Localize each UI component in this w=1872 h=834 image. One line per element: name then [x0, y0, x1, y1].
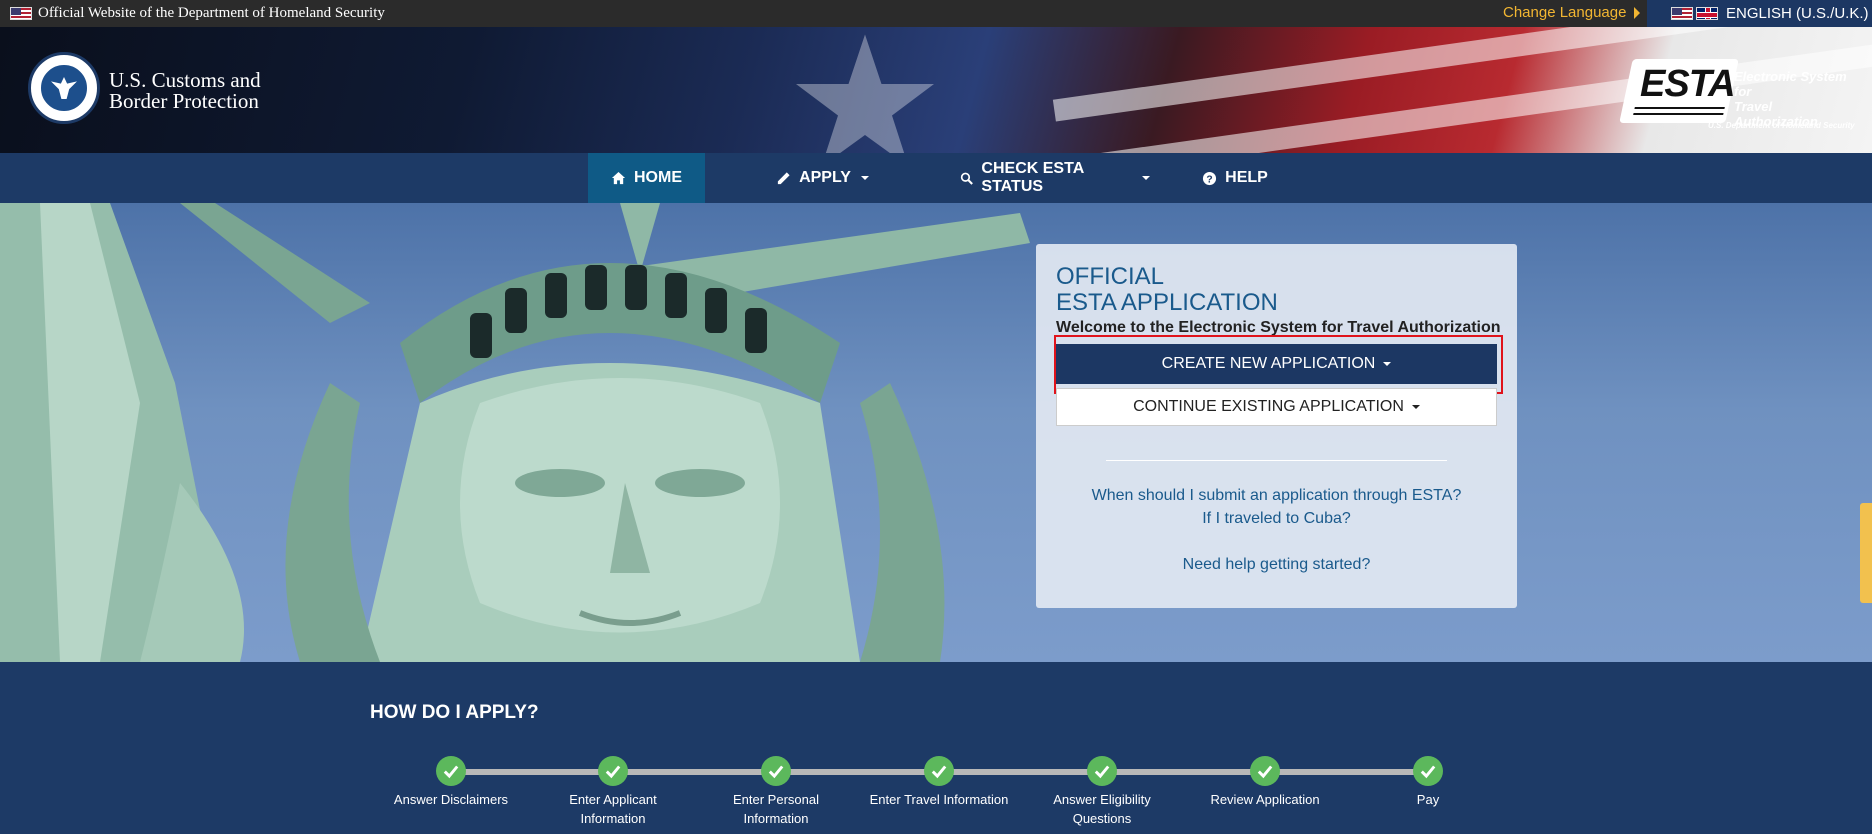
step-label-line2: Information [580, 811, 646, 826]
step-review-application: Review Application [1190, 756, 1340, 809]
step-pay: Pay [1353, 756, 1503, 809]
step-label: Review Application [1210, 792, 1320, 807]
help-icon: ? [1203, 171, 1217, 185]
nav-check-status-label: CHECK ESTA STATUS [981, 160, 1084, 195]
esta-tagline-line1: Electronic System for [1734, 69, 1847, 99]
us-flag-icon [10, 7, 32, 20]
step-label-line2: Information [743, 811, 809, 826]
step-label-line2: Questions [1072, 811, 1132, 826]
panel-title-line2: ESTA APPLICATION [1056, 289, 1278, 316]
agency-name-line1: U.S. Customs and [109, 68, 261, 92]
statue-of-liberty-image [0, 203, 1030, 662]
when-to-submit-link[interactable]: When should I submit an application thro… [1036, 487, 1517, 505]
agency-name-line2: Border Protection [109, 89, 259, 113]
caret-down-icon [1142, 176, 1150, 180]
nav-help-label: HELP [1225, 169, 1268, 186]
nav-apply-label: APPLY [799, 169, 851, 186]
step-label: Enter Personal [733, 792, 819, 807]
step-enter-personal-information: Enter Personal Information [701, 756, 851, 828]
caret-down-icon [1383, 362, 1392, 366]
uk-flag-icon [1696, 7, 1718, 20]
how-do-i-apply-title: HOW DO I APPLY? [370, 702, 539, 723]
create-new-application-label: CREATE NEW APPLICATION [1161, 355, 1376, 372]
continue-existing-application-label: CONTINUE EXISTING APPLICATION [1133, 398, 1404, 415]
change-language-link[interactable]: Change Language [1503, 4, 1641, 21]
nav-home[interactable]: HOME [588, 153, 705, 203]
nav-help[interactable]: ? HELP [1195, 153, 1275, 203]
change-language-label: Change Language [1503, 4, 1627, 21]
continue-existing-application-button[interactable]: CONTINUE EXISTING APPLICATION [1056, 388, 1497, 426]
nav-check-esta-status[interactable]: CHECK ESTA STATUS [960, 153, 1150, 203]
home-icon [611, 171, 626, 184]
esta-logo-word: ESTA [1640, 63, 1736, 105]
checkmark-icon [1413, 756, 1443, 786]
caret-down-icon [1411, 405, 1420, 409]
panel-title-line1: OFFICIAL [1056, 263, 1165, 290]
star-decoration-icon [796, 34, 934, 153]
esta-application-panel: OFFICIAL ESTA APPLICATION Welcome to the… [1036, 244, 1517, 608]
main-navigation: HOME APPLY CHECK ESTA STATUS ? HELP [0, 153, 1872, 203]
step-label: Pay [1416, 792, 1440, 807]
checkmark-icon [924, 756, 954, 786]
step-answer-disclaimers: Answer Disclaimers [376, 756, 526, 809]
step-label: Answer Eligibility [1053, 792, 1151, 807]
search-icon [960, 172, 973, 185]
esta-logo[interactable]: ESTA Electronic System for Travel Author… [1619, 55, 1858, 135]
checkmark-icon [598, 756, 628, 786]
agency-name[interactable]: U.S. Customs and Border Protection [109, 70, 261, 112]
nav-home-label: HOME [634, 169, 682, 186]
dhs-seal-logo[interactable] [28, 52, 100, 124]
official-website-notice: Official Website of the Department of Ho… [10, 5, 385, 22]
esta-logo-lines [1633, 107, 1725, 115]
checkmark-icon [1250, 756, 1280, 786]
panel-divider [1106, 460, 1447, 461]
language-selector[interactable]: ENGLISH (U.S./U.K.) [1647, 0, 1872, 27]
official-website-text: Official Website of the Department of Ho… [38, 5, 385, 21]
step-enter-applicant-information: Enter Applicant Information [538, 756, 688, 828]
esta-department: U.S. Department of Homeland Security [1708, 121, 1855, 130]
seal-inner [39, 63, 89, 113]
checkmark-icon [436, 756, 466, 786]
step-answer-eligibility-questions: Answer Eligibility Questions [1027, 756, 1177, 828]
triangle-right-icon [1634, 6, 1641, 19]
step-label: Answer Disclaimers [393, 792, 509, 807]
feedback-side-tab[interactable] [1860, 503, 1872, 603]
checkmark-icon [1087, 756, 1117, 786]
us-flag-icon [1671, 7, 1693, 20]
esta-tagline: Electronic System for Travel Authorizati… [1734, 69, 1858, 129]
step-label: Enter Travel Information [869, 792, 1009, 807]
panel-title: OFFICIAL ESTA APPLICATION [1056, 264, 1278, 316]
cuba-travel-link[interactable]: If I traveled to Cuba? [1036, 510, 1517, 528]
checkmark-icon [761, 756, 791, 786]
caret-down-icon [860, 176, 869, 180]
current-language: ENGLISH (U.S./U.K.) [1726, 5, 1869, 22]
help-getting-started-link[interactable]: Need help getting started? [1036, 556, 1517, 574]
pencil-icon [777, 171, 790, 184]
nav-apply[interactable]: APPLY [770, 153, 875, 203]
step-label: Enter Applicant [569, 792, 657, 807]
site-header: U.S. Customs and Border Protection ESTA … [0, 27, 1872, 153]
create-new-application-button[interactable]: CREATE NEW APPLICATION [1056, 344, 1497, 384]
official-banner: Official Website of the Department of Ho… [0, 0, 1872, 27]
eagle-icon [51, 77, 77, 99]
how-do-i-apply-section: HOW DO I APPLY? Answer Disclaimers Enter… [0, 662, 1872, 834]
hero-section: OFFICIAL ESTA APPLICATION Welcome to the… [0, 203, 1872, 662]
svg-text:?: ? [1207, 174, 1213, 185]
step-enter-travel-information: Enter Travel Information [864, 756, 1014, 809]
